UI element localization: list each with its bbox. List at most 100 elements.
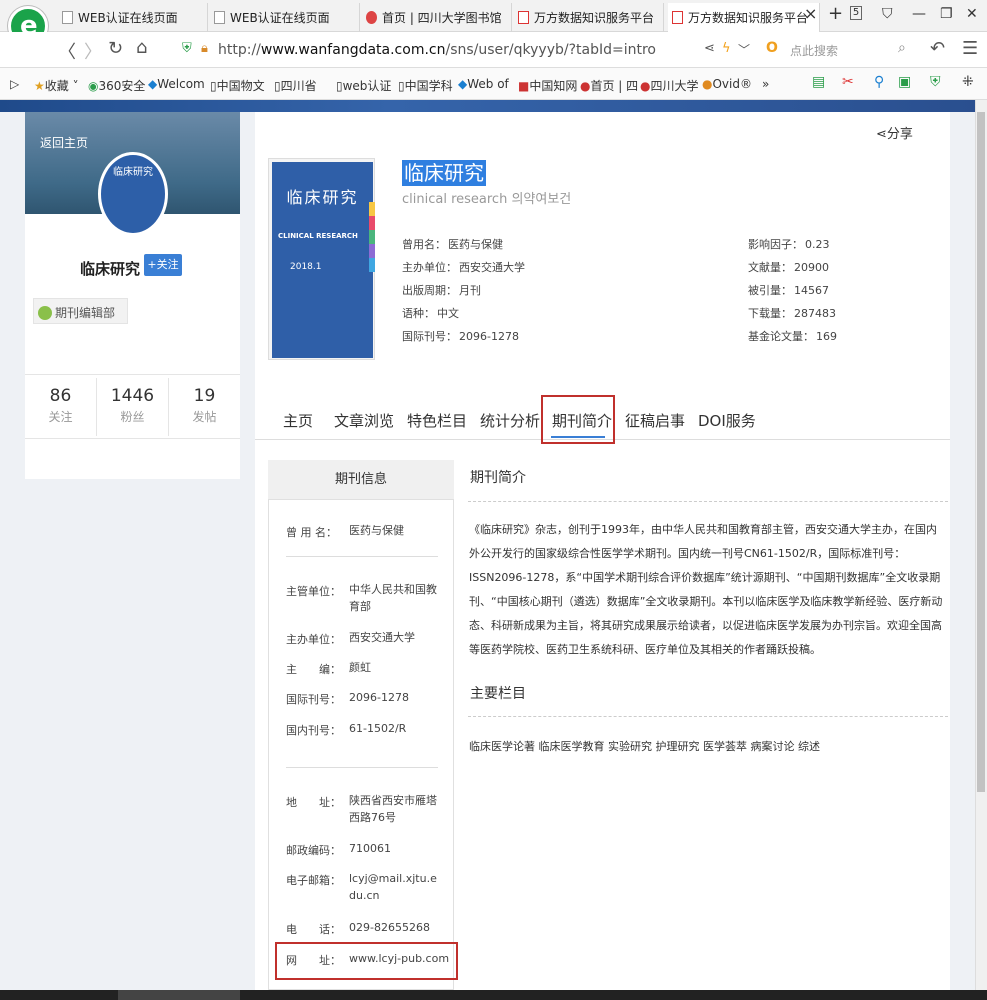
close-tab-icon[interactable]: × [804,4,817,23]
browser-tab-1[interactable]: WEB认证在线页面 [58,3,208,32]
screenshot-icon[interactable]: ✂ [842,74,854,90]
bookmark-cnwuwen[interactable]: ▯中国物文 [210,77,265,94]
info-value: 医药与保健 [448,238,503,251]
url-field[interactable]: http://www.wanfangdata.com.cn/sns/user/q… [218,42,656,58]
search-input[interactable]: 点此搜索 [790,42,938,62]
info-impact-factor: 影响因子： 0.23 [748,236,832,252]
extension-doc-icon[interactable]: ▤ [812,74,825,90]
sidebar-toggle-icon[interactable]: ▷ [10,77,19,91]
lock-icon[interactable]: 🔒︎ [201,41,208,56]
stat-label: 发帖 [192,410,217,424]
window-close-icon[interactable]: ✕ [966,6,978,22]
bookmark-cnxueke[interactable]: ▯中国学科 [398,77,453,94]
info-value: 0.23 [805,238,830,251]
dropdown-chevron-icon[interactable]: ﹀ [738,41,750,58]
info-value: 287483 [794,307,836,320]
bookmark-label: Web of [467,77,509,91]
bookmark-web-auth[interactable]: ▯web认证 [336,77,391,94]
ib-label-issn: 国际刊号： [286,693,341,706]
intro-heading: 期刊简介 [470,470,526,486]
info-issn: 国际刊号： 2096-1278 [402,328,521,344]
skin-icon[interactable]: ⛉ [882,6,893,22]
tab-articles[interactable]: 文章浏览 [334,410,394,431]
columns-list: 临床医学论著 临床医学教育 实验研究 护理研究 医学荟萃 病案讨论 综述 [469,740,820,753]
stat-following[interactable]: 86 关注 [25,386,96,425]
shield-icon[interactable]: ⛨ [182,41,192,56]
bookmark-label: 中国知网 [529,79,578,93]
follow-button[interactable]: +关注 [144,254,182,276]
journal-cover[interactable]: 临床研究 CLINICAL RESEARCH 2018.1 [268,158,375,360]
columns-heading: 主要栏目 [470,686,526,702]
tab-call-for-papers[interactable]: 征稿启事 [625,410,685,431]
lightning-icon[interactable]: ϟ [722,41,731,56]
info-box-title: 期刊信息 [268,460,454,500]
cover-image: 临床研究 CLINICAL RESEARCH 2018.1 [272,162,375,358]
bookmark-ovid[interactable]: ●Ovid® [702,77,752,91]
bookmark-cnki[interactable]: ■中国知网 [518,77,577,94]
browser-tab-2[interactable]: WEB认证在线页面 [210,3,360,32]
bookmark-favorites[interactable]: ★收藏 ˅ [34,77,79,94]
bookmark-welcome[interactable]: ◆Welcom [148,77,205,91]
tab-doi[interactable]: DOI服务 [698,410,756,431]
page-icon [62,11,73,24]
bookmarks-overflow[interactable]: » [762,77,769,91]
bookmark-scu-home[interactable]: ●首页 | 四 [580,77,638,94]
translate-icon[interactable]: ▣ [898,74,911,90]
taskbar-item[interactable] [118,990,240,1000]
divider [468,501,948,502]
tab-label: 万方数据知识服务平台 [534,11,655,25]
tab-count-badge[interactable]: 5 [850,6,862,20]
ib-label-sponsor: 主办单位： [286,633,341,646]
bookmark-360[interactable]: ◉360安全 [88,77,145,94]
tab-label: 万方数据知识服务平台 [688,11,809,25]
ib-value-email[interactable]: lcyj@mail.xjtu.edu.cn [349,870,441,904]
shield-ext-icon[interactable]: ⛨ [930,74,941,90]
bookmark-sichuan[interactable]: ▯四川省 [274,77,317,94]
bookmark-web-of[interactable]: ◆Web of [458,77,509,91]
info-sponsor: 主办单位： 西安交通大学 [402,259,527,275]
reload-icon[interactable]: ↻ [108,38,123,59]
divider [468,716,948,717]
minimize-icon[interactable]: — [912,6,926,22]
home-icon[interactable]: ⌂ [136,37,147,58]
back-icon[interactable]: 〈 [58,38,76,64]
stat-value: 19 [193,386,216,406]
browser-tab-3[interactable]: 首页 | 四川大学图书馆 [362,3,512,32]
annotation-highlight-box [541,395,615,444]
scrollbar-thumb[interactable] [977,112,985,792]
tab-home[interactable]: 主页 [283,410,313,431]
browser-tab-4[interactable]: 万方数据知识服务平台 [514,3,664,32]
ib-value-phone: 029-82655268 [349,921,430,934]
star-icon: ★ [34,79,45,93]
share-button[interactable]: ⋖分享 [876,123,913,142]
info-value: 月刊 [459,284,481,297]
info-value: 14567 [794,284,829,297]
restore-icon[interactable]: ❐ [940,6,953,22]
search-engine-icon[interactable]: O [766,40,778,56]
avatar[interactable]: 临床研究 [98,152,168,236]
cover-title: 临床研究 [286,188,359,207]
menu-icon[interactable]: ☰ [962,38,978,59]
share-page-icon[interactable]: ⋖ [704,41,715,56]
editor-tag[interactable]: 期刊编辑部 [33,298,128,324]
share-icon: ⋖ [876,127,887,142]
stat-posts[interactable]: 19 发帖 [169,386,240,425]
new-tab-button[interactable]: + [828,3,843,24]
info-former-name: 曾用名： 医药与保健 [402,236,505,252]
find-icon[interactable]: ⚲ [874,74,884,90]
search-icon[interactable]: ⌕ [898,40,906,56]
browser-tab-5-active[interactable]: 万方数据知识服务平台 [668,3,820,33]
stat-fans[interactable]: 1446 粉丝 [97,386,168,425]
info-documents: 文献量： 20900 [748,259,831,275]
tab-label: WEB认证在线页面 [78,11,178,25]
divider [286,767,438,768]
undo-icon[interactable]: ↶ [930,38,945,59]
apps-icon[interactable]: ⁜ [962,74,974,90]
journal-subtitle: clinical research 의약여보건 [402,192,572,207]
tab-statistics[interactable]: 统计分析 [480,410,540,431]
bookmark-scu[interactable]: ●四川大学 [640,77,699,94]
tab-featured[interactable]: 特色栏目 [407,410,467,431]
forward-icon[interactable]: 〉 [84,38,102,64]
library-icon: ● [580,79,591,93]
back-home-link[interactable]: 返回主页 [40,134,88,151]
